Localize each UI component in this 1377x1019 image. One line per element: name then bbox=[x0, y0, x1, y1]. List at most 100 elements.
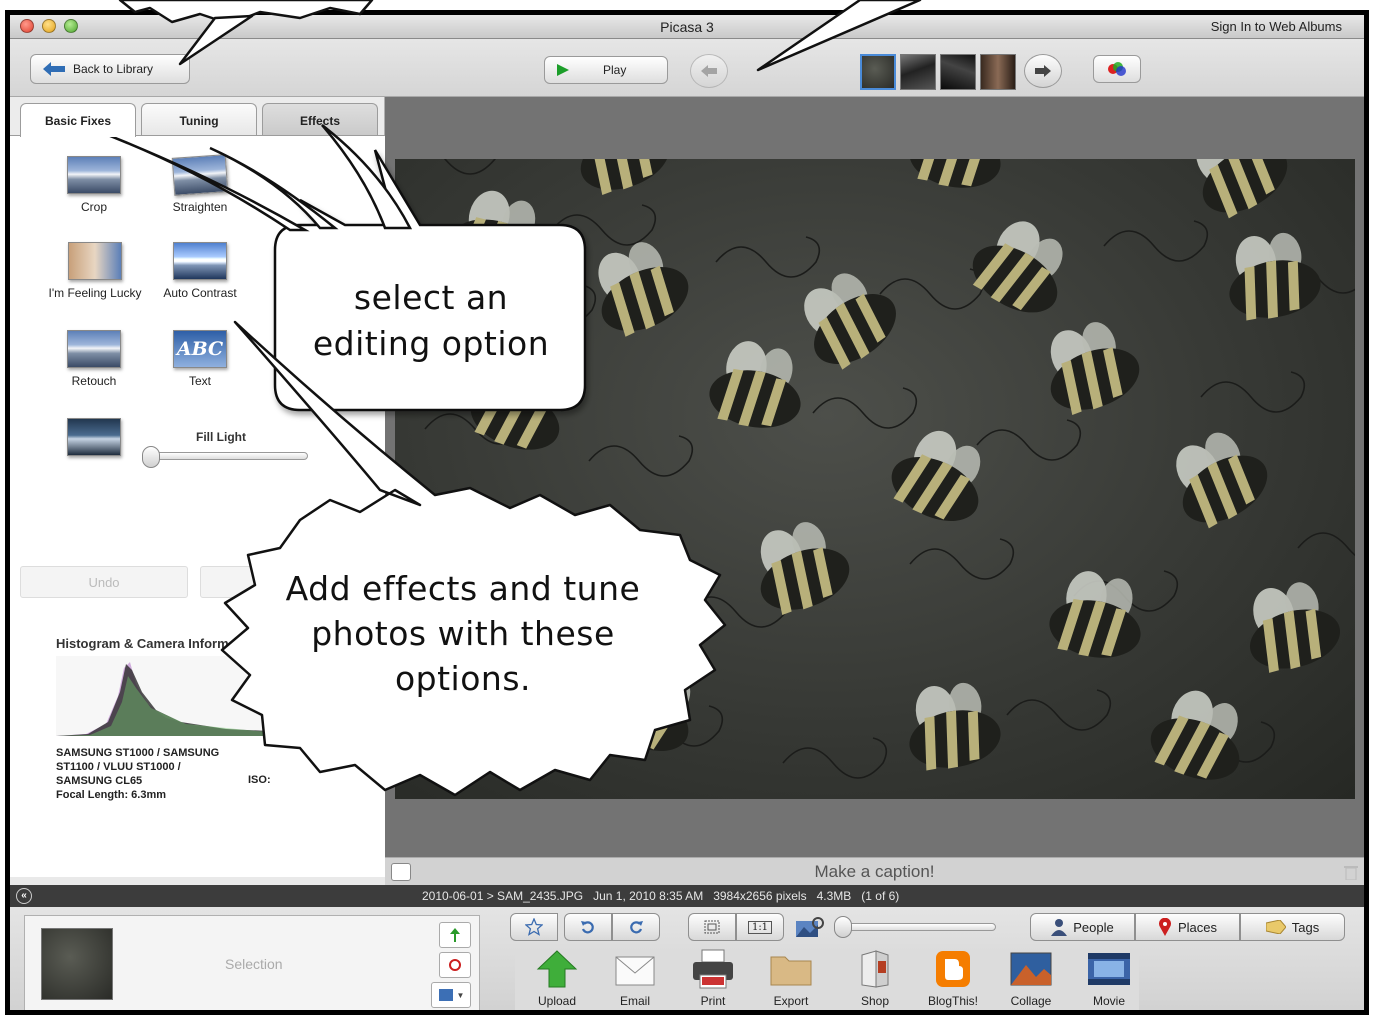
folder-icon bbox=[770, 956, 812, 986]
trash-icon[interactable] bbox=[1344, 864, 1358, 880]
filmstrip-thumbnail[interactable] bbox=[940, 54, 976, 90]
crop-label: Crop bbox=[80, 200, 107, 214]
crop-tool[interactable]: Crop bbox=[44, 156, 144, 214]
bee-motif bbox=[760, 522, 850, 615]
star-button[interactable] bbox=[510, 913, 558, 941]
filmstrip-thumbnail[interactable] bbox=[900, 54, 936, 90]
edit-toolbar: Back to Library Play bbox=[10, 39, 1364, 97]
album-menu-button[interactable]: ▼ bbox=[431, 982, 471, 1008]
swirl-doodle bbox=[1200, 371, 1306, 413]
sign-in-link[interactable]: Sign In to Web Albums bbox=[1211, 19, 1342, 34]
blogthis-button[interactable]: BlogThis! bbox=[918, 949, 988, 1008]
camera-info-line: ST1100 / VLUU ST1000 / bbox=[56, 761, 181, 773]
bee-motif bbox=[598, 242, 689, 337]
photo-bees[interactable] bbox=[395, 159, 1355, 799]
bee-motif bbox=[1049, 571, 1141, 658]
color-wheel-icon bbox=[1108, 62, 1126, 76]
edit-in-color-button[interactable] bbox=[1093, 55, 1141, 83]
tab-effects[interactable]: Effects bbox=[262, 103, 378, 137]
clear-circle-icon bbox=[449, 959, 461, 971]
tab-basic-fixes[interactable]: Basic Fixes bbox=[20, 103, 136, 137]
auto-contrast-label: Auto Contrast bbox=[163, 286, 237, 300]
rotate-left-icon bbox=[581, 921, 594, 934]
zoom-photo-icon bbox=[796, 917, 824, 937]
camera-info-line: SAMSUNG ST1000 / SAMSUNG bbox=[56, 747, 220, 759]
bee-motif bbox=[1050, 322, 1140, 415]
print-button[interactable]: Print bbox=[678, 949, 748, 1008]
actual-size-button[interactable]: 1:1 bbox=[736, 913, 784, 941]
straighten-tool[interactable]: Straighten bbox=[150, 154, 250, 214]
person-icon bbox=[1051, 919, 1068, 936]
bee-motif bbox=[580, 159, 670, 195]
places-button[interactable]: Places bbox=[1135, 913, 1240, 941]
text-tool[interactable]: ABC Text bbox=[150, 330, 250, 388]
picasa-window: Picasa 3 Sign In to Web Albums Back to L… bbox=[5, 10, 1369, 1015]
bee-motif bbox=[804, 273, 896, 370]
bee-motif bbox=[709, 341, 801, 428]
filmstrip-thumbnail[interactable] bbox=[860, 54, 896, 90]
previous-photo-button[interactable] bbox=[690, 54, 728, 88]
shop-button[interactable]: Shop bbox=[840, 949, 910, 1008]
upload-label: Upload bbox=[537, 994, 577, 1008]
back-to-library-label: Back to Library bbox=[73, 62, 154, 76]
photo-info-text: 2010-06-01 > SAM_2435.JPG Jun 1, 2010 8:… bbox=[422, 889, 900, 903]
swirl-doodle bbox=[879, 268, 985, 310]
hold-button[interactable] bbox=[439, 922, 471, 948]
left-arrow-icon bbox=[701, 65, 717, 77]
bee-motif bbox=[470, 360, 560, 450]
zoom-slider-knob[interactable] bbox=[834, 916, 852, 938]
movie-icon bbox=[1088, 953, 1130, 985]
movie-button[interactable]: Movie bbox=[1074, 949, 1144, 1008]
selected-thumbnail[interactable] bbox=[41, 928, 113, 1000]
fit-view-button[interactable] bbox=[688, 913, 736, 941]
play-button[interactable]: Play bbox=[544, 56, 668, 84]
screenshot-frame: Picasa 3 Sign In to Web Albums Back to L… bbox=[0, 0, 1377, 1019]
bee-motif bbox=[909, 682, 1001, 771]
shop-icon bbox=[861, 950, 889, 988]
swirl-doodle bbox=[976, 419, 1082, 461]
chevron-down-icon: ▼ bbox=[456, 990, 465, 1000]
retouch-tool[interactable]: Retouch bbox=[44, 330, 144, 388]
back-to-library-button[interactable]: Back to Library bbox=[30, 54, 190, 84]
zoom-slider[interactable] bbox=[840, 923, 996, 931]
rotate-left-button[interactable] bbox=[564, 913, 612, 941]
auto-contrast-tool[interactable]: Auto Contrast bbox=[150, 242, 250, 300]
text-icon: ABC bbox=[173, 330, 227, 368]
clear-selection-button[interactable] bbox=[439, 952, 471, 978]
fill-light-slider[interactable] bbox=[148, 452, 308, 460]
people-button[interactable]: People bbox=[1030, 913, 1135, 941]
feeling-lucky-tool[interactable]: I'm Feeling Lucky bbox=[30, 242, 160, 300]
undo-button[interactable]: Undo bbox=[20, 566, 188, 598]
collage-label: Collage bbox=[1010, 994, 1052, 1008]
upload-button[interactable]: Upload bbox=[522, 949, 592, 1008]
email-button[interactable]: Email bbox=[600, 949, 670, 1008]
bee-pattern bbox=[395, 159, 1355, 780]
rotate-right-button[interactable] bbox=[612, 913, 660, 941]
collapse-tray-icon[interactable]: « bbox=[16, 888, 32, 904]
print-icon bbox=[693, 949, 733, 989]
basic-fixes-content: Crop Straighten I'm Feeling Lucky Auto C… bbox=[10, 135, 385, 877]
caption-input[interactable]: Make a caption! bbox=[385, 862, 1364, 882]
blogthis-label: BlogThis! bbox=[927, 994, 979, 1008]
crop-icon bbox=[67, 156, 121, 194]
window-title: Picasa 3 bbox=[660, 19, 714, 35]
swirl-doodle bbox=[715, 236, 821, 278]
swirl-doodle bbox=[1006, 689, 1112, 731]
shop-label: Shop bbox=[860, 994, 890, 1008]
feeling-lucky-label: I'm Feeling Lucky bbox=[48, 286, 142, 300]
back-arrow-icon bbox=[43, 62, 65, 76]
pin-green-icon bbox=[450, 928, 460, 942]
fill-light-slider-knob[interactable] bbox=[142, 446, 160, 468]
tab-tuning[interactable]: Tuning bbox=[141, 103, 257, 137]
next-photo-button[interactable] bbox=[1024, 54, 1062, 88]
collage-button[interactable]: Collage bbox=[996, 949, 1066, 1008]
retouch-label: Retouch bbox=[71, 374, 117, 388]
print-label: Print bbox=[700, 994, 726, 1008]
upload-icon bbox=[536, 950, 578, 988]
swirl-doodle bbox=[1103, 220, 1209, 262]
tags-button[interactable]: Tags bbox=[1240, 913, 1345, 941]
fill-light-preview bbox=[44, 418, 144, 462]
export-button[interactable]: Export bbox=[756, 949, 826, 1008]
map-pin-icon bbox=[1159, 918, 1171, 936]
filmstrip-thumbnail[interactable] bbox=[980, 54, 1016, 90]
